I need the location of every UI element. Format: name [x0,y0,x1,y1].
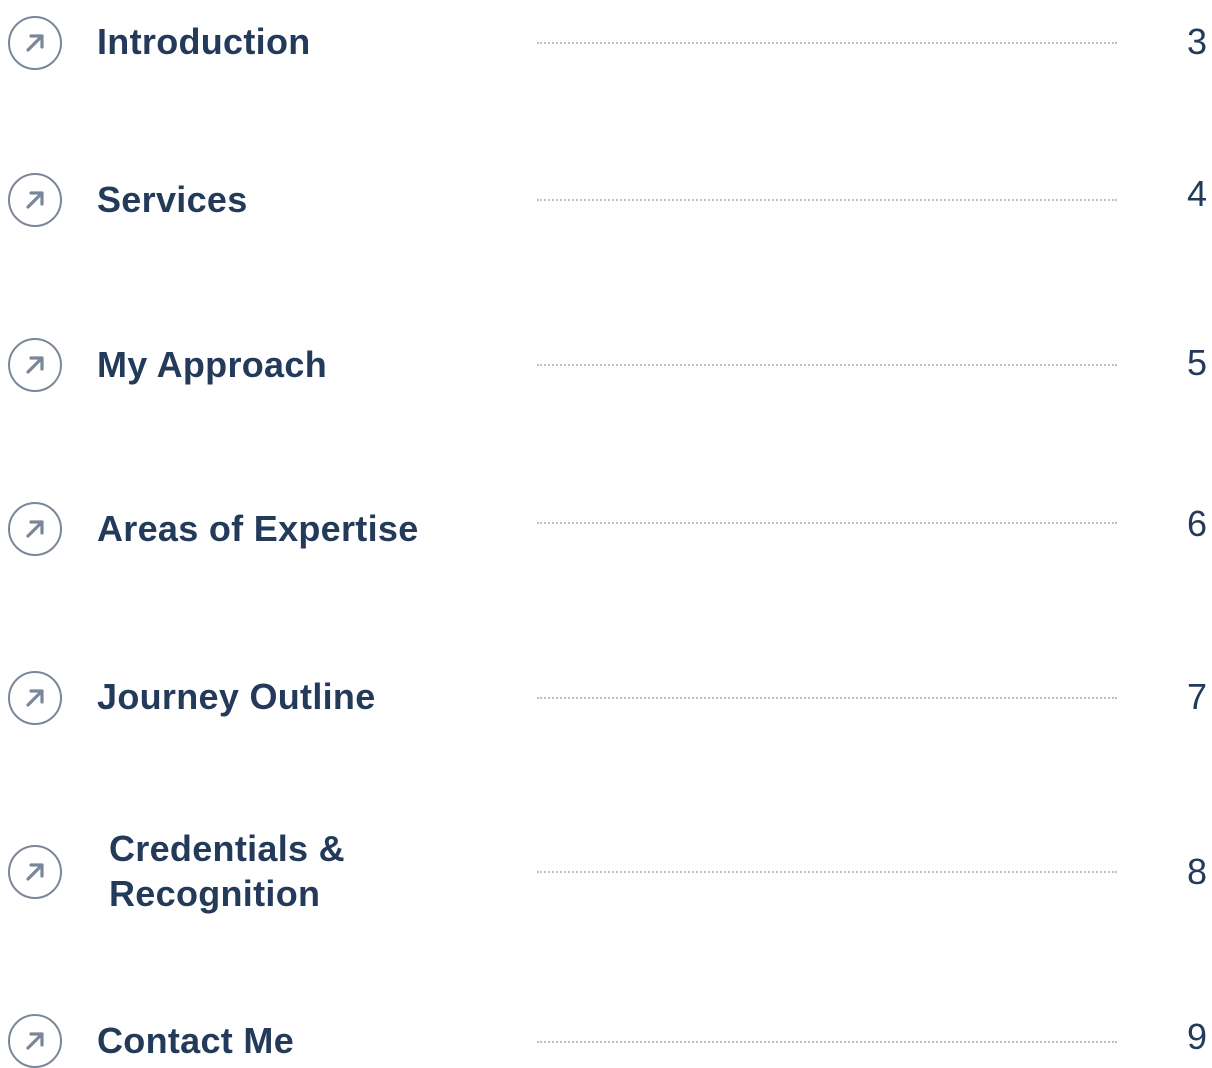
dotted-leader [537,522,1117,524]
toc-item-introduction[interactable]: Introduction 3 [0,0,1212,103]
dotted-leader [537,199,1117,201]
toc-item-label: My Approach [97,344,327,385]
toc-item-label: Journey Outline [97,676,376,717]
toc-page-number: 4 [1186,173,1207,214]
arrow-up-right-icon[interactable] [8,671,62,725]
arrow-up-right-icon[interactable] [8,173,62,227]
toc-item-label: Services [97,179,248,220]
arrow-up-right-icon[interactable] [8,338,62,392]
toc-item-label: Credentials & Recognition [109,828,345,914]
arrow-up-right-icon[interactable] [8,1014,62,1068]
dotted-leader [537,871,1117,873]
toc-page-number: 6 [1186,503,1207,544]
toc-page-number: 3 [1186,21,1207,62]
arrow-up-right-icon[interactable] [8,845,62,899]
toc-item-journey-outline[interactable]: Journey Outline 7 [0,638,1212,758]
toc-item-label: Introduction [97,21,311,62]
toc-page-number: 7 [1186,676,1207,717]
toc-page-number: 8 [1186,851,1207,892]
arrow-up-right-icon[interactable] [8,16,62,70]
dotted-leader [537,364,1117,366]
toc-item-services[interactable]: Services 4 [0,140,1212,260]
toc-page-number: 9 [1186,1016,1207,1057]
toc-item-my-approach[interactable]: My Approach 5 [0,305,1212,425]
toc-item-label: Areas of Expertise [97,508,419,549]
arrow-up-right-icon[interactable] [8,502,62,556]
dotted-leader [537,42,1117,44]
toc-item-contact-me[interactable]: Contact Me 9 [0,983,1212,1068]
toc-item-label: Contact Me [97,1020,295,1061]
toc-item-areas-of-expertise[interactable]: Areas of Expertise 6 [0,469,1212,589]
toc-page-number: 5 [1186,342,1207,383]
dotted-leader [537,1041,1117,1043]
toc-item-credentials-recognition[interactable]: Credentials & Recognition 8 [0,813,1212,933]
dotted-leader [537,697,1117,699]
